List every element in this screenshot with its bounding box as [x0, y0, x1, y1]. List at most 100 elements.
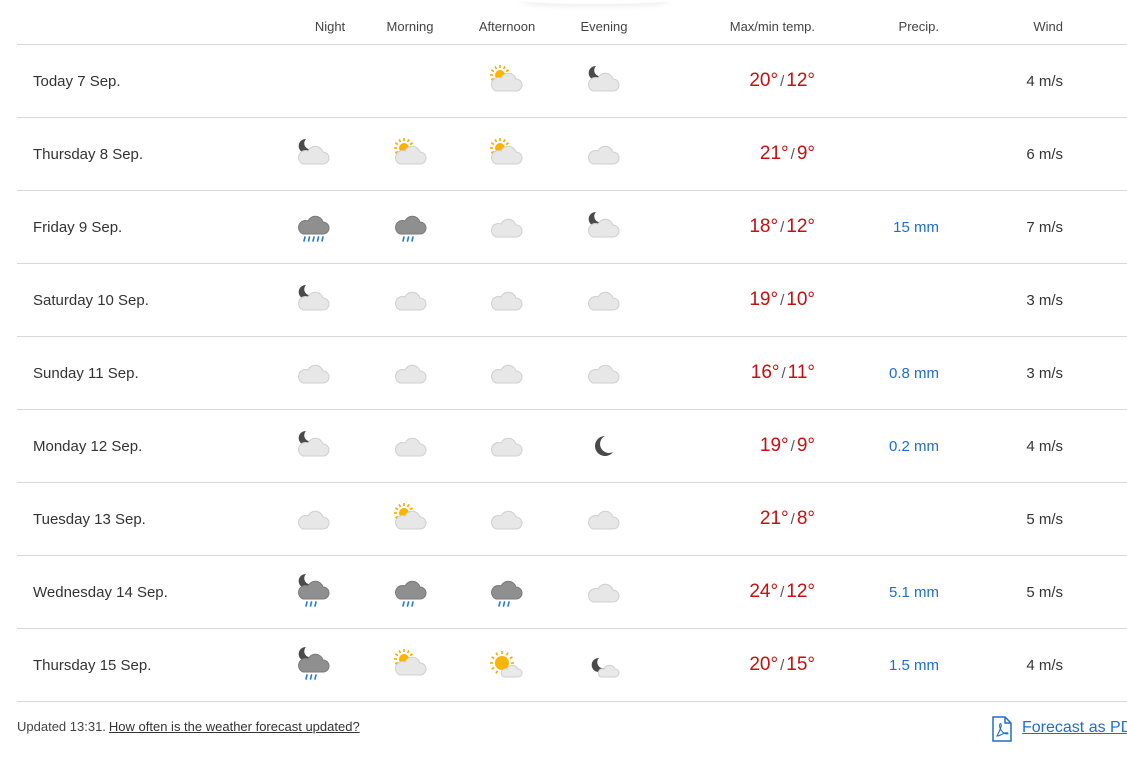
min-temp: 10° — [786, 289, 815, 310]
cloudy-icon — [588, 145, 620, 165]
table-header: Night Morning Afternoon Evening Max/min … — [17, 0, 1127, 45]
partly-cloudy-night-icon — [588, 211, 620, 238]
partly-cloudy-day-icon — [394, 138, 427, 165]
cloudy-icon — [491, 510, 523, 530]
cloudy-icon — [491, 218, 523, 238]
max-temp: 19° — [749, 289, 779, 310]
partly-cloudy-day-icon — [394, 649, 427, 676]
min-temp: 11° — [787, 362, 815, 383]
forecast-table: Night Morning Afternoon Evening Max/min … — [17, 0, 1127, 702]
heavy-rain-icon — [298, 215, 330, 242]
partly-cloudy-night-icon — [298, 284, 330, 311]
maxmin-temp: 18°/12° — [749, 216, 815, 238]
min-temp: 12° — [786, 581, 815, 602]
header-precip: Precip. — [898, 19, 939, 34]
table-row: Saturday 10 Sep. 19°/10° 3 m/s — [17, 264, 1127, 337]
wind-value: 4 m/s — [1026, 657, 1063, 674]
table-row: Tuesday 13 Sep. 21°/8° 5 m/s — [17, 483, 1127, 556]
table-row: Today 7 Sep. 20°/12° 4 m/s — [17, 45, 1127, 118]
row-date: Wednesday 14 Sep. — [33, 584, 168, 601]
cloudy-icon — [491, 364, 523, 384]
wind-value: 3 m/s — [1026, 292, 1063, 309]
pdf-icon — [992, 716, 1012, 742]
cloudy-icon — [298, 510, 330, 530]
max-temp: 20° — [749, 70, 779, 91]
max-temp: 19° — [759, 435, 789, 456]
min-temp: 15° — [786, 654, 815, 675]
temp-separator: / — [790, 146, 795, 163]
pdf-link-label: Forecast as PDF — [1022, 719, 1127, 736]
cloudy-icon — [588, 291, 620, 311]
table-body: Today 7 Sep. 20°/12° 4 m/s Thursday 8 Sep. 2… — [17, 45, 1127, 702]
table-row: Thursday 15 Sep. 20°/15° 1.5 mm 4 m/s — [17, 629, 1127, 702]
maxmin-temp: 20°/12° — [749, 70, 815, 92]
footer: Updated 13:31. How often is the weather f… — [17, 719, 360, 734]
max-temp: 21° — [759, 508, 789, 529]
row-date: Thursday 8 Sep. — [33, 146, 144, 163]
header-maxmin-temp: Max/min temp. — [729, 19, 815, 34]
min-temp: 9° — [796, 143, 815, 164]
maxmin-temp: 16°/11° — [751, 362, 815, 384]
max-temp: 20° — [749, 654, 779, 675]
maxmin-temp: 19°/10° — [749, 289, 815, 311]
maxmin-temp: 21°/9° — [760, 143, 815, 165]
cloudy-icon — [298, 364, 330, 384]
precip-value: 0.2 mm — [888, 438, 939, 455]
row-date: Friday 9 Sep. — [33, 219, 123, 236]
clear-night-icon — [595, 436, 613, 456]
maxmin-temp: 19°/9° — [760, 435, 815, 457]
temp-separator: / — [790, 438, 795, 455]
header-night: Night — [314, 19, 346, 34]
header-morning: Morning — [386, 19, 434, 34]
precip-value: 0.8 mm — [888, 365, 939, 382]
wind-value: 6 m/s — [1026, 146, 1063, 163]
wind-value: 4 m/s — [1026, 438, 1063, 455]
table-row: Wednesday 14 Sep. 24°/12° 5.1 mm 5 m/s — [17, 556, 1127, 629]
cloudy-icon — [588, 583, 620, 603]
row-date: Today 7 Sep. — [33, 73, 121, 90]
precip-value: 5.1 mm — [888, 584, 939, 601]
min-temp: 12° — [786, 70, 815, 91]
temp-separator: / — [790, 511, 795, 528]
row-date: Monday 12 Sep. — [33, 438, 143, 455]
table-row: Thursday 8 Sep. 21°/9° 6 m/s — [17, 118, 1127, 191]
max-temp: 24° — [749, 581, 779, 602]
wind-value: 7 m/s — [1026, 219, 1063, 236]
row-date: Saturday 10 Sep. — [33, 292, 149, 309]
header-wind: Wind — [1033, 19, 1063, 34]
temp-separator: / — [780, 657, 785, 674]
precip-value: 15 mm — [893, 219, 939, 236]
min-temp: 9° — [796, 435, 815, 456]
table-row: Monday 12 Sep. 19°/9° 0.2 mm 4 m/s — [17, 410, 1127, 483]
partly-cloudy-day-icon — [490, 138, 523, 165]
cloudy-icon — [588, 364, 620, 384]
partly-cloudy-night-icon — [298, 430, 330, 457]
maxmin-temp: 20°/15° — [749, 654, 815, 676]
wind-value: 5 m/s — [1026, 584, 1063, 601]
max-temp: 16° — [750, 362, 780, 383]
header-evening: Evening — [580, 19, 628, 34]
temp-separator: / — [780, 584, 785, 601]
table-row: Sunday 11 Sep. 16°/11° 0.8 mm 3 m/s — [17, 337, 1127, 410]
cloudy-icon — [395, 291, 427, 311]
cloudy-icon — [395, 364, 427, 384]
temp-separator: / — [780, 73, 785, 90]
max-temp: 18° — [749, 216, 779, 237]
header-afternoon: Afternoon — [478, 19, 536, 34]
rain-icon — [491, 580, 523, 607]
cloudy-icon — [491, 437, 523, 457]
cloudy-icon — [588, 510, 620, 530]
wind-value: 4 m/s — [1026, 73, 1063, 90]
rain-icon — [395, 215, 427, 242]
partly-cloudy-day-icon — [490, 65, 523, 92]
row-date: Tuesday 13 Sep. — [33, 511, 146, 528]
row-date: Thursday 15 Sep. — [33, 657, 152, 674]
fair-day-icon — [490, 651, 523, 678]
cloudy-icon — [491, 291, 523, 311]
partly-cloudy-day-icon — [394, 503, 427, 530]
row-date: Sunday 11 Sep. — [33, 365, 139, 382]
update-frequency-link[interactable]: How often is the weather forecast update… — [109, 719, 360, 734]
rain-night-icon — [298, 646, 330, 680]
min-temp: 12° — [786, 216, 815, 237]
wind-value: 3 m/s — [1026, 365, 1063, 382]
